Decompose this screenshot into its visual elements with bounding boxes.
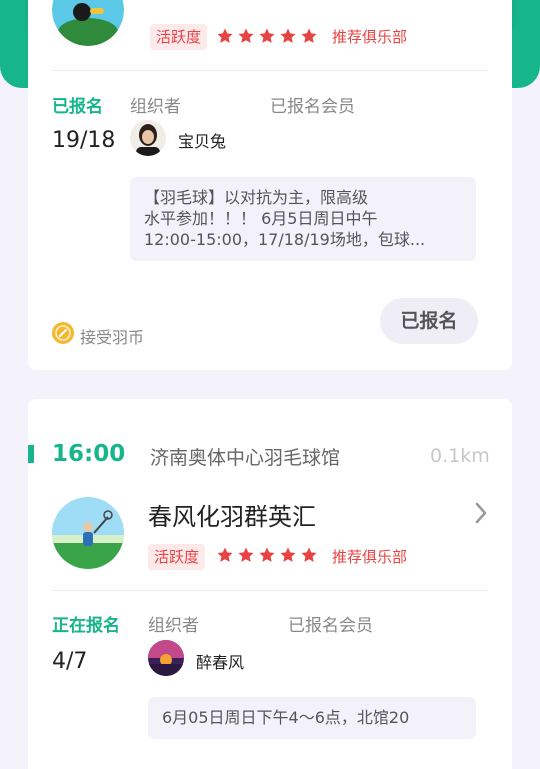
- activity-badge: 活跃度: [150, 24, 208, 50]
- organizer-label: 组织者: [130, 97, 181, 117]
- divider: [52, 70, 488, 71]
- chevron-right-icon[interactable]: [474, 502, 488, 524]
- recommended-label: 推荐俱乐部: [332, 28, 408, 46]
- star-icon: [238, 28, 254, 43]
- organizer-avatar[interactable]: [148, 640, 184, 676]
- organizer-name[interactable]: 宝贝兔: [178, 128, 226, 152]
- club-name[interactable]: 春风化羽群英汇: [148, 497, 316, 532]
- organizer-label: 组织者: [148, 616, 199, 636]
- coin-icon: [52, 322, 74, 344]
- star-icon: [280, 28, 296, 43]
- organizer-name[interactable]: 醉春风: [196, 649, 244, 673]
- venue-name: 济南奥体中心羽毛球馆: [150, 447, 341, 469]
- signup-count: 4/7: [52, 649, 88, 674]
- activity-time: 16:00: [52, 441, 126, 467]
- star-icon: [238, 547, 254, 562]
- description-line: 12:00-15:00，17/18/19场地，包球...: [144, 230, 426, 249]
- recommended-label: 推荐俱乐部: [332, 548, 408, 566]
- club-avatar: [52, 0, 124, 46]
- star-icon: [259, 28, 275, 43]
- members-label: 已报名会员: [288, 616, 373, 636]
- description-line: 水平参加！！！ 6月5日周日中午: [144, 209, 378, 228]
- activity-description: 【羽毛球】以对抗为主，限高级 水平参加！！！ 6月5日周日中午 12:00-15…: [130, 177, 476, 261]
- activity-card[interactable]: 16:00 济南奥体中心羽毛球馆 0.1km 春风化羽群英汇 活跃度 推荐俱乐部…: [28, 399, 512, 769]
- star-icon: [280, 547, 296, 562]
- star-icon: [259, 547, 275, 562]
- star-icon: [217, 547, 233, 562]
- organizer-avatar[interactable]: [130, 120, 166, 156]
- signup-status: 正在报名: [52, 616, 120, 636]
- star-icon: [301, 28, 317, 43]
- description-line: 【羽毛球】以对抗为主，限高级: [144, 188, 369, 207]
- distance: 0.1km: [430, 445, 490, 467]
- signed-up-button[interactable]: 已报名: [380, 298, 478, 344]
- accepts-coin-label: 接受羽币: [80, 328, 145, 347]
- divider: [52, 590, 488, 591]
- signup-count: 19/18: [52, 128, 116, 153]
- activity-description: 6月05日周日下午4～6点，北馆20: [148, 697, 476, 739]
- time-marker: [28, 445, 34, 463]
- activity-badge: 活跃度: [148, 544, 206, 570]
- members-label: 已报名会员: [270, 97, 355, 117]
- star-icon: [217, 28, 233, 43]
- club-avatar[interactable]: [52, 497, 124, 569]
- signup-status: 已报名: [52, 97, 103, 117]
- star-icon: [301, 547, 317, 562]
- rating-stars: [216, 546, 318, 568]
- activity-card[interactable]: 活跃度 推荐俱乐部 已报名 组织者 已报名会员 19/18 宝贝兔 【羽毛球】以…: [28, 0, 512, 370]
- rating-stars: [216, 27, 318, 49]
